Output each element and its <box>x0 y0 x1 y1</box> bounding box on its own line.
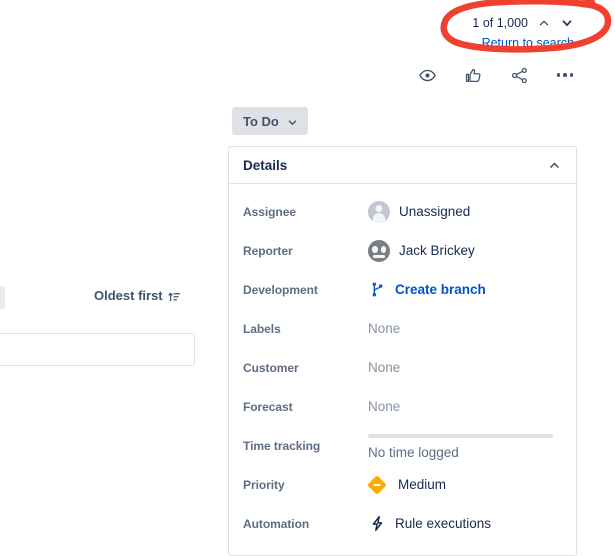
details-panel-header[interactable]: Details <box>229 147 576 184</box>
field-value-automation[interactable]: Rule executions <box>368 515 562 533</box>
field-label-time-tracking: Time tracking <box>243 438 321 453</box>
chevron-up-icon[interactable] <box>537 16 551 30</box>
field-value-priority[interactable]: Medium <box>367 474 562 495</box>
time-tracking-progress-bar <box>368 433 553 438</box>
details-field-list: Assignee Unassigned Reporter Jack Bricke… <box>229 184 576 555</box>
field-label-development: Development <box>243 282 318 297</box>
field-row-time-tracking: Time tracking No time logged <box>229 426 576 465</box>
tab-history[interactable]: tory <box>0 286 6 309</box>
field-row-forecast: Forecast None <box>229 387 576 426</box>
more-actions-icon[interactable] <box>554 64 576 86</box>
activity-toolbar: tory Oldest first <box>0 286 200 310</box>
details-panel: Details Assignee Unassigned Reporter Jac… <box>228 146 577 556</box>
field-value-development[interactable]: Create branch <box>368 281 562 299</box>
field-value-forecast[interactable]: None <box>368 399 562 414</box>
issue-detail-screen: tory Oldest first 1 of 1,000 <box>0 0 615 556</box>
branch-icon <box>368 281 386 299</box>
assignee-name: Unassigned <box>399 204 471 219</box>
field-row-development: Development Create branch <box>229 270 576 309</box>
field-row-priority: Priority Medium <box>229 465 576 504</box>
lightning-bolt-icon <box>368 515 386 533</box>
field-value-labels[interactable]: None <box>368 321 562 336</box>
comment-input[interactable] <box>0 333 195 366</box>
chevron-down-icon[interactable] <box>560 16 574 30</box>
automation-text: Rule executions <box>395 516 492 531</box>
pagination-count: 1 of 1,000 <box>472 16 528 30</box>
field-row-labels: Labels None <box>229 309 576 348</box>
details-panel-title: Details <box>243 157 288 173</box>
field-value-time-tracking[interactable]: No time logged <box>368 432 562 460</box>
activity-panel: tory Oldest first <box>0 286 200 366</box>
field-label-forecast: Forecast <box>243 399 293 414</box>
priority-text: Medium <box>398 477 447 492</box>
sort-order-control[interactable]: Oldest first <box>94 288 181 303</box>
status-label: To Do <box>243 113 279 129</box>
field-label-automation: Automation <box>243 516 310 531</box>
chevron-down-icon <box>287 116 298 127</box>
field-value-customer[interactable]: None <box>368 360 562 375</box>
field-label-assignee: Assignee <box>243 204 296 219</box>
sort-order-label: Oldest first <box>94 288 163 303</box>
return-to-search-link[interactable]: Return to search <box>482 36 574 50</box>
field-row-automation: Automation Rule executions <box>229 504 576 543</box>
issue-actions-toolbar <box>416 64 576 86</box>
sort-ascending-icon <box>168 290 181 303</box>
issue-pagination: 1 of 1,000 <box>472 16 574 30</box>
ellipsis-dots <box>556 73 574 77</box>
field-value-reporter[interactable]: Jack Brickey <box>368 239 562 262</box>
create-branch-link: Create branch <box>395 282 486 297</box>
priority-medium-icon <box>367 474 387 495</box>
avatar-unassigned-icon <box>368 200 390 223</box>
like-icon[interactable] <box>462 64 484 86</box>
field-row-assignee: Assignee Unassigned <box>229 192 576 231</box>
chevron-up-icon[interactable] <box>548 159 561 172</box>
reporter-name: Jack Brickey <box>399 243 475 258</box>
field-label-customer: Customer <box>243 360 299 375</box>
watch-icon[interactable] <box>416 64 438 86</box>
time-tracking-text: No time logged <box>368 444 459 460</box>
share-icon[interactable] <box>508 64 530 86</box>
field-value-assignee[interactable]: Unassigned <box>368 200 562 223</box>
avatar-jack-brickey-icon <box>368 239 390 262</box>
status-dropdown-button[interactable]: To Do <box>232 107 308 135</box>
field-label-labels: Labels <box>243 321 281 336</box>
field-label-priority: Priority <box>243 477 285 492</box>
field-row-customer: Customer None <box>229 348 576 387</box>
field-label-reporter: Reporter <box>243 243 293 258</box>
field-row-reporter: Reporter Jack Brickey <box>229 231 576 270</box>
